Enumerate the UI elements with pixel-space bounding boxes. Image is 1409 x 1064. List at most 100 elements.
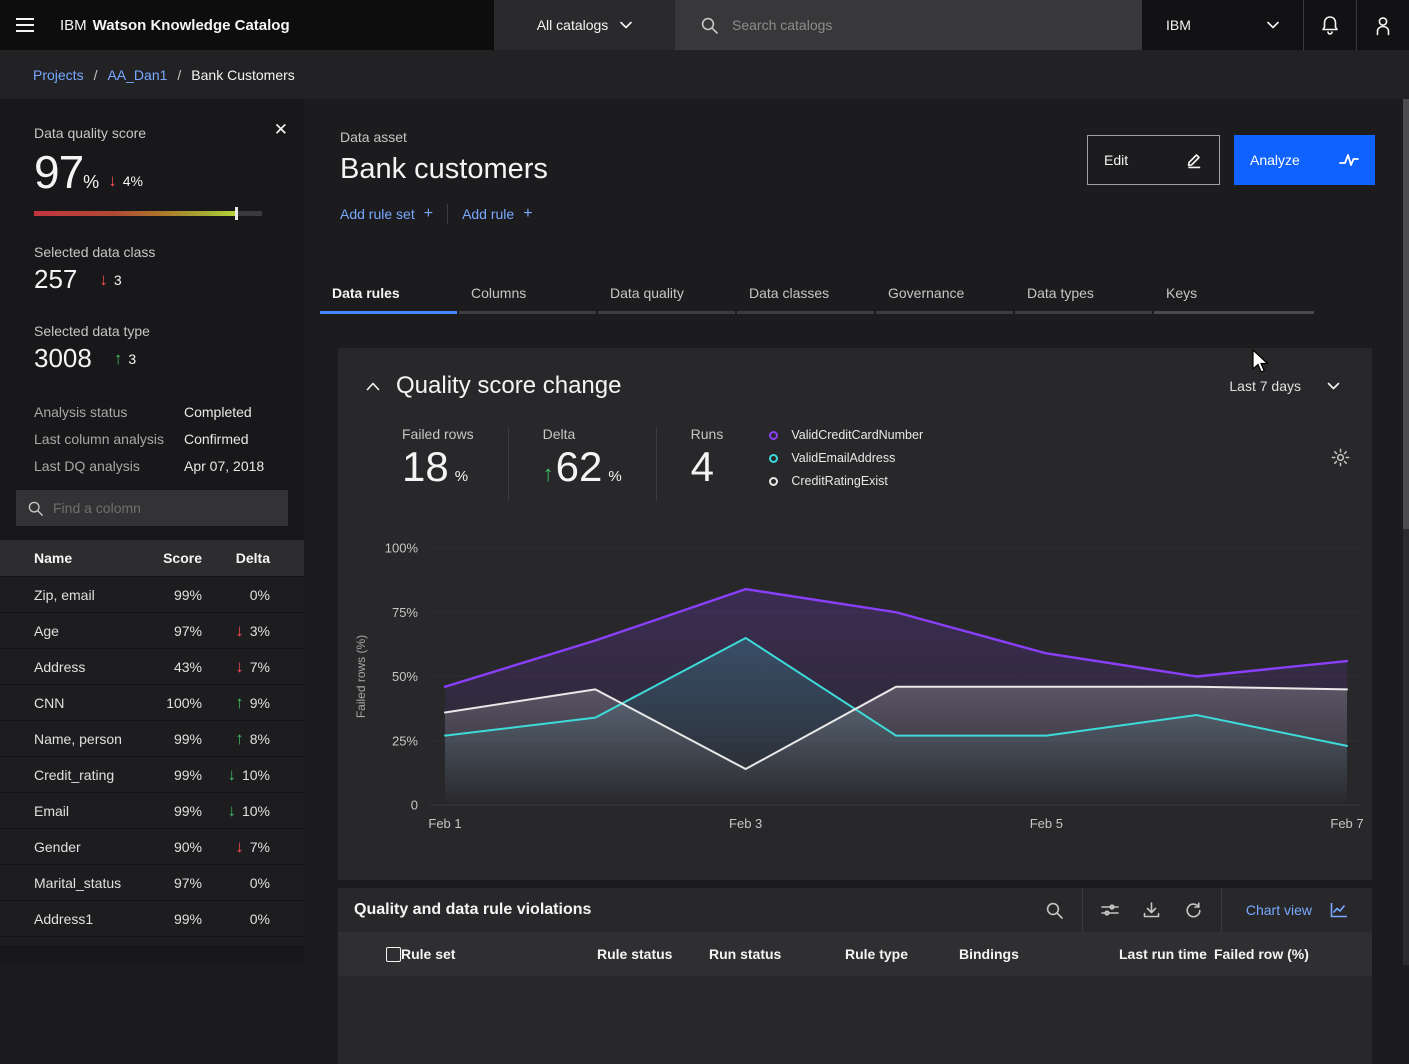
breadcrumb-link-project[interactable]: AA_Dan1 bbox=[107, 67, 167, 83]
column-delta: ↓10% bbox=[202, 802, 270, 819]
analyze-pulse-icon bbox=[1339, 151, 1359, 169]
meta-label: Analysis status bbox=[34, 404, 184, 420]
table-row[interactable]: Name, person99%↑8% bbox=[0, 720, 304, 756]
legend-item[interactable]: CreditRatingExist bbox=[769, 474, 923, 488]
analyze-button[interactable]: Analyze bbox=[1234, 135, 1375, 185]
violations-card: Quality and data rule violations bbox=[338, 888, 1372, 1064]
scrollbar-thumb[interactable] bbox=[1403, 99, 1409, 529]
column-name: CNN bbox=[0, 695, 142, 711]
edit-icon bbox=[1185, 151, 1203, 169]
score-gauge-fill bbox=[34, 211, 235, 216]
tab-data-rules[interactable]: Data rules bbox=[320, 277, 457, 314]
column-delta: 0% bbox=[202, 875, 270, 891]
settings-gear-icon[interactable] bbox=[1331, 448, 1350, 472]
table-row[interactable]: Address43%↓7% bbox=[0, 648, 304, 684]
violations-header-last-run-time[interactable]: Last run time bbox=[1119, 946, 1214, 962]
arrow-down-icon: ↓ bbox=[108, 172, 117, 189]
filter-button[interactable] bbox=[1089, 888, 1131, 932]
download-icon bbox=[1143, 902, 1160, 919]
column-name: Age bbox=[0, 623, 142, 639]
violations-header-run-status[interactable]: Run status bbox=[709, 946, 845, 962]
table-row[interactable]: Email99%↓10% bbox=[0, 792, 304, 828]
meta-value: Confirmed bbox=[184, 431, 249, 447]
violations-header-rule-status[interactable]: Rule status bbox=[597, 946, 709, 962]
app-title: IBMWatson Knowledge Catalog bbox=[60, 17, 290, 34]
violations-title: Quality and data rule violations bbox=[354, 901, 591, 919]
menu-icon[interactable] bbox=[0, 0, 50, 50]
tab-keys[interactable]: Keys bbox=[1154, 277, 1314, 314]
score-delta: ↓4% bbox=[108, 172, 143, 195]
edit-button[interactable]: Edit bbox=[1087, 135, 1220, 185]
search-input[interactable] bbox=[732, 17, 1092, 33]
divider bbox=[447, 204, 448, 224]
violations-header-bindings[interactable]: Bindings bbox=[959, 946, 1119, 962]
score-gauge bbox=[34, 211, 262, 216]
account-selector[interactable]: IBM bbox=[1141, 0, 1303, 50]
tab-data-quality[interactable]: Data quality bbox=[598, 277, 735, 314]
svg-text:Feb 7: Feb 7 bbox=[1330, 816, 1363, 831]
column-score: 99% bbox=[142, 803, 202, 819]
legend-item[interactable]: ValidEmailAddress bbox=[769, 451, 923, 465]
violations-table-header: Rule setRule statusRun statusRule typeBi… bbox=[338, 932, 1372, 976]
download-button[interactable] bbox=[1131, 888, 1173, 932]
add-rule-set-button[interactable]: Add rule set+ bbox=[340, 205, 433, 223]
table-row[interactable]: Age97%↓3% bbox=[0, 612, 304, 648]
arrow-down-icon: ↓ bbox=[235, 658, 244, 675]
stat-runs: Runs4 bbox=[691, 426, 724, 490]
notifications-button[interactable] bbox=[1303, 0, 1356, 50]
table-row[interactable]: Gender90%↓7% bbox=[0, 828, 304, 864]
find-column-input[interactable] bbox=[53, 500, 253, 516]
tab-governance[interactable]: Governance bbox=[876, 277, 1013, 314]
table-row[interactable]: Credit_rating99%↓10% bbox=[0, 756, 304, 792]
column-score: 97% bbox=[142, 623, 202, 639]
collapse-section-icon[interactable] bbox=[366, 382, 380, 391]
data-type-delta: ↑3 bbox=[114, 350, 136, 367]
meta-label: Last column analysis bbox=[34, 431, 184, 447]
arrow-up-icon: ↑ bbox=[114, 350, 123, 367]
arrow-down-icon: ↓ bbox=[235, 838, 244, 855]
reset-button[interactable] bbox=[1173, 888, 1215, 932]
header-left: IBMWatson Knowledge Catalog bbox=[0, 0, 494, 50]
data-quality-sidebar: ✕ Data quality score 97% ↓4% Selected da… bbox=[0, 99, 304, 965]
column-delta: 0% bbox=[202, 587, 270, 603]
tab-data-types[interactable]: Data types bbox=[1015, 277, 1152, 314]
column-name: Zip, email bbox=[0, 587, 142, 603]
brand-prefix: IBM bbox=[60, 17, 87, 34]
breadcrumb-link-projects[interactable]: Projects bbox=[33, 67, 84, 83]
violations-header-rule-type[interactable]: Rule type bbox=[845, 946, 959, 962]
add-rule-button[interactable]: Add rule+ bbox=[462, 205, 533, 223]
table-row[interactable]: Zip, email99%0% bbox=[0, 576, 304, 612]
column-delta: 0% bbox=[202, 911, 270, 927]
svg-text:Feb 1: Feb 1 bbox=[428, 816, 461, 831]
catalog-selector[interactable]: All catalogs bbox=[494, 0, 675, 50]
plus-icon: + bbox=[424, 205, 433, 223]
violations-header-rule-set[interactable]: Rule set bbox=[401, 946, 597, 962]
breadcrumb-separator: / bbox=[94, 67, 98, 83]
asset-type-label: Data asset bbox=[340, 129, 548, 145]
catalog-selector-label: All catalogs bbox=[537, 17, 609, 33]
breadcrumb: Projects / AA_Dan1 / Bank Customers bbox=[0, 50, 1409, 99]
svg-text:Failed rows (%): Failed rows (%) bbox=[354, 635, 368, 718]
account-label: IBM bbox=[1166, 17, 1191, 33]
table-row-clipped bbox=[0, 936, 304, 945]
select-all-checkbox[interactable] bbox=[386, 947, 401, 962]
stat-delta: Delta↑62% bbox=[543, 426, 622, 490]
breadcrumb-current: Bank Customers bbox=[191, 67, 294, 83]
violations-header-failed-row-[interactable]: Failed row (%) bbox=[1214, 946, 1354, 962]
tab-data-classes[interactable]: Data classes bbox=[737, 277, 874, 314]
table-row[interactable]: CNN100%↑9% bbox=[0, 684, 304, 720]
user-profile-button[interactable] bbox=[1356, 0, 1409, 50]
table-row[interactable]: Address199%0% bbox=[0, 900, 304, 936]
table-row[interactable]: Marital_status97%0% bbox=[0, 864, 304, 900]
close-icon[interactable]: ✕ bbox=[274, 121, 288, 138]
date-range-selector[interactable]: Last 7 days bbox=[1229, 378, 1348, 394]
arrow-up-icon: ↑ bbox=[235, 694, 244, 711]
tab-columns[interactable]: Columns bbox=[459, 277, 596, 314]
arrow-down-icon: ↓ bbox=[99, 271, 108, 288]
legend-item[interactable]: ValidCreditCardNumber bbox=[769, 428, 923, 442]
table-search-button[interactable] bbox=[1034, 888, 1076, 932]
meta-label: Last DQ analysis bbox=[34, 458, 184, 474]
chart-view-toggle[interactable]: Chart view bbox=[1228, 888, 1372, 932]
svg-text:75%: 75% bbox=[392, 605, 418, 620]
data-class-label: Selected data class bbox=[34, 244, 288, 260]
